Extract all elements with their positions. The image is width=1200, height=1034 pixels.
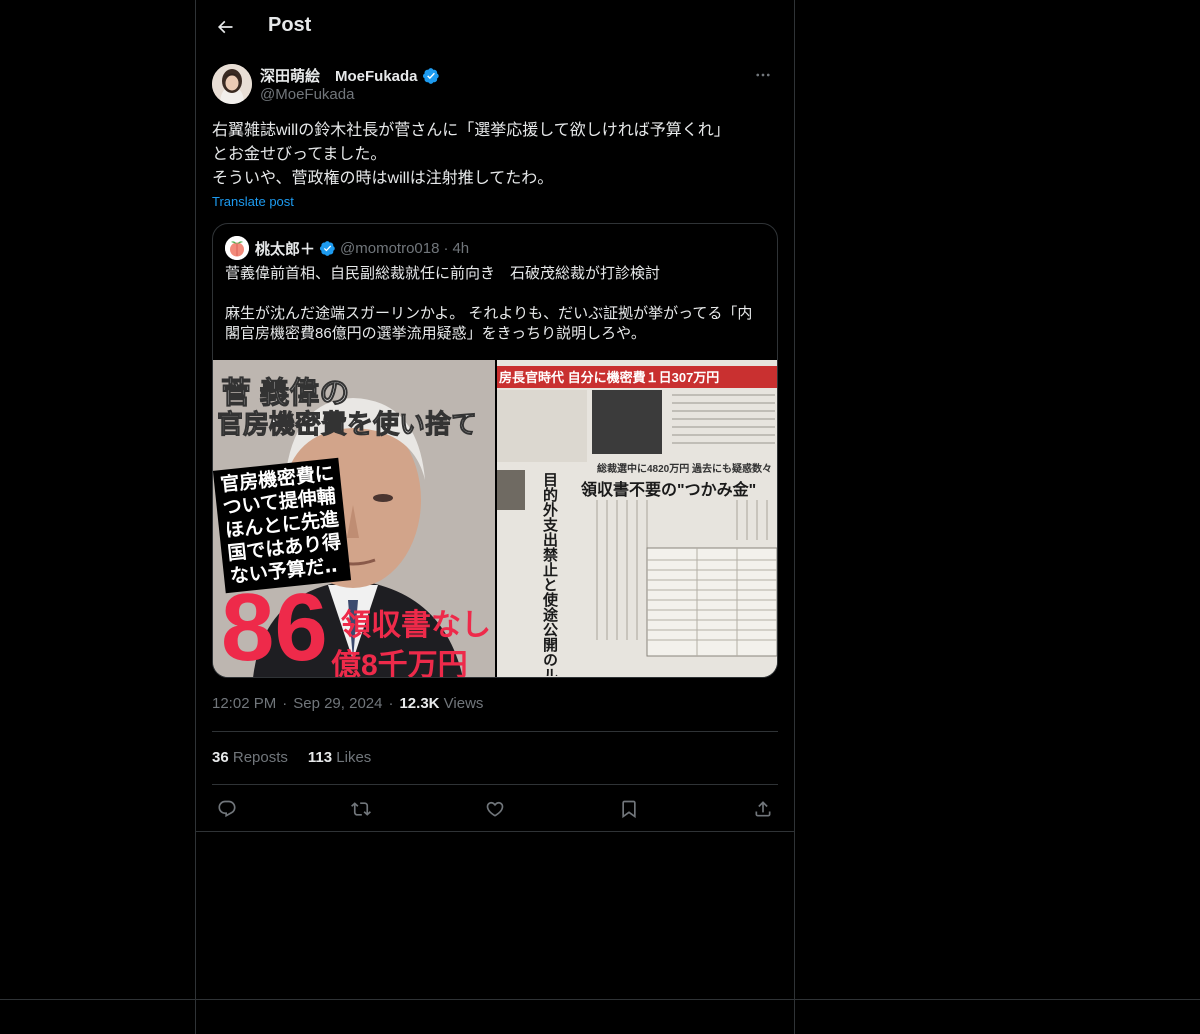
quoted-post[interactable]: 桃太郎＋ @momotro018 · 4h 菅義偉前首相、自民副総裁就任に前向き… — [212, 223, 778, 678]
page-title: Post — [268, 14, 312, 36]
image-right-headline: 房長官時代 自分に機密費１日307万円 — [499, 370, 720, 385]
quoted-post-text: 菅義偉前首相、自民副総裁就任に前向き 石破茂総裁が打診検討 麻生が沈んだ途端スガ… — [225, 264, 765, 344]
post-author: 深田萌絵 MoeFukada @MoeFukada — [212, 64, 778, 108]
image-right-big-headline: 領収書不要の"つかみ金" — [581, 482, 757, 499]
quoted-avatar — [225, 236, 249, 260]
primary-column: Post 深田萌絵 MoeFukada @MoeFukada 右翼雑誌willの… — [195, 0, 795, 1034]
quoted-post-header: 桃太郎＋ @momotro018 · 4h — [225, 236, 469, 260]
like-icon — [486, 801, 504, 817]
peach-icon — [225, 236, 249, 260]
quoted-image-right[interactable]: 房長官時代 自分に機密費１日307万円 総裁選中に4820万円 過去にも疑惑数々… — [497, 360, 777, 677]
author-display-name[interactable]: 深田萌絵 MoeFukada — [260, 65, 418, 86]
separator-dot: · — [388, 695, 394, 712]
likes-label: Likes — [336, 749, 372, 766]
share-icon — [755, 801, 771, 817]
author-handle[interactable]: @MoeFukada — [260, 86, 354, 103]
more-icon — [756, 73, 770, 77]
back-button[interactable] — [212, 14, 238, 40]
post-date[interactable]: Sep 29, 2024 — [293, 695, 382, 712]
bookmark-button[interactable] — [618, 798, 640, 820]
newspaper-photo — [497, 360, 777, 677]
views-label: Views — [443, 695, 484, 712]
share-button[interactable] — [752, 798, 774, 820]
image-right-subhead: 総裁選中に4820万円 過去にも疑惑数々 — [597, 464, 773, 475]
divider — [212, 731, 778, 732]
action-bar — [212, 796, 778, 822]
image-right-vertical: 目的外支出禁止と使途公開のルール不可 — [541, 472, 558, 676]
quoted-image-left[interactable]: 菅 義偉の 官房機密費を使い捨て 官房機密費に ついて提伸輔 ほんとに先進 国で… — [213, 360, 495, 678]
views-count: 12.3K — [399, 695, 440, 712]
verified-badge-icon — [422, 67, 439, 84]
post-text-line: 右翼雑誌willの鈴木社長が菅さんに「選挙応援して欲しければ予算くれ」 — [212, 122, 730, 139]
quoted-text-line: 麻生が沈んだ途端スガーリンかよ。 それよりも、だいぶ証拠が挙がってる「内 — [225, 305, 753, 322]
divider — [212, 784, 778, 785]
repost-icon — [351, 802, 371, 816]
post-time[interactable]: 12:02 PM — [212, 695, 276, 712]
avatar[interactable] — [212, 64, 252, 104]
translate-post-link[interactable]: Translate post — [212, 194, 294, 209]
image-left-title-2: 官房機密費を使い捨て — [216, 409, 478, 440]
likes-count: 113 — [307, 749, 333, 766]
post-text: 右翼雑誌willの鈴木社長が菅さんに「選挙応援して欲しければ予算くれ」 とお金せ… — [212, 119, 778, 191]
repost-button[interactable] — [350, 798, 372, 820]
more-button[interactable] — [748, 64, 778, 86]
like-button[interactable] — [484, 798, 506, 820]
avatar-image — [212, 64, 252, 104]
post-stats: 36 Reposts 113 Likes — [212, 749, 371, 766]
author-name-row: 深田萌絵 MoeFukada — [260, 65, 440, 86]
image-left-amount-2: 億8千万円 — [331, 649, 468, 678]
post-text-line: とお金せびってました。 — [212, 146, 387, 163]
quoted-handle: @momotro018 — [340, 239, 440, 257]
reposts-stat[interactable]: 36 Reposts — [212, 749, 288, 766]
page-header: Post — [196, 0, 794, 54]
separator-dot: · — [443, 239, 449, 257]
image-left-caption: 官房機密費に ついて提伸輔 ほんとに先進 国ではあり得 ない予算だ‥ — [213, 457, 352, 594]
reposts-count: 36 — [212, 749, 229, 766]
reply-icon — [218, 800, 236, 818]
reply-button[interactable] — [216, 798, 238, 820]
post-text-line: そういや、菅政権の時はwillは注射推してたわ。 — [212, 170, 554, 187]
likes-stat[interactable]: 113 Likes — [308, 749, 371, 766]
bookmark-icon — [622, 800, 636, 819]
quoted-text-line: 閣官房機密費86億円の選挙流用疑惑」をきっちり説明しろや。 — [225, 325, 646, 342]
back-arrow-icon — [217, 20, 233, 34]
quoted-media: 菅 義偉の 官房機密費を使い捨て 官房機密費に ついて提伸輔 ほんとに先進 国で… — [213, 360, 777, 678]
quoted-timestamp: 4h — [452, 239, 470, 257]
reposts-label: Reposts — [232, 749, 288, 766]
quoted-text-line: 菅義偉前首相、自民副総裁就任に前向き 石破茂総裁が打診検討 — [225, 265, 661, 282]
image-left-amount-1: 領収書なし — [341, 609, 491, 642]
separator-dot: · — [282, 695, 288, 712]
verified-badge-icon — [319, 240, 335, 256]
quoted-text-line — [225, 284, 765, 304]
image-left-big-number: 86 — [221, 574, 328, 678]
thread-divider — [196, 831, 794, 832]
post-meta: 12:02 PM · Sep 29, 2024 · 12.3K Views — [212, 695, 483, 712]
quoted-display-name: 桃太郎＋ — [255, 240, 316, 258]
